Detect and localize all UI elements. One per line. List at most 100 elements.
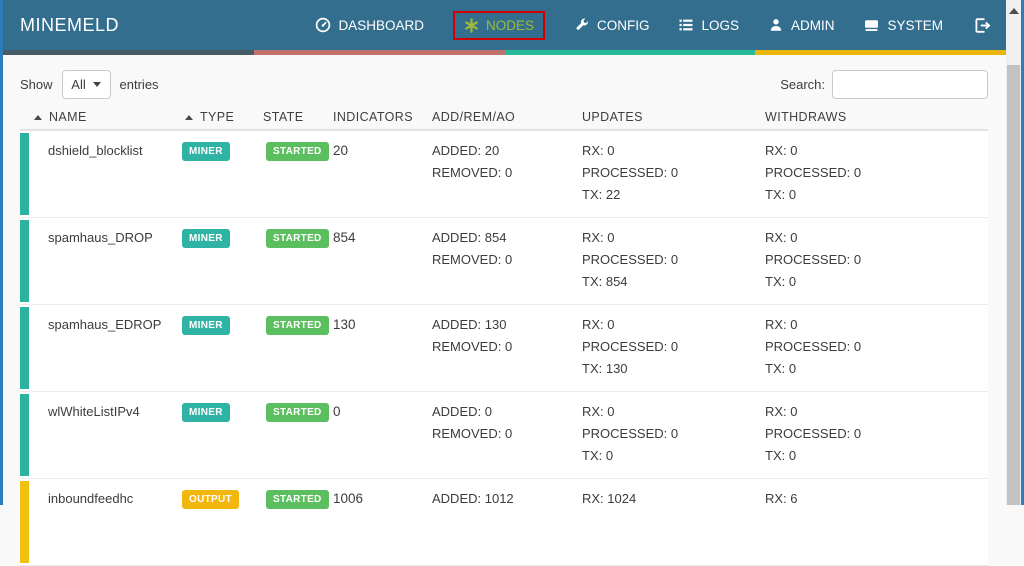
updates-cell: RX: 0 PROCESSED: 0 TX: 0	[582, 401, 765, 478]
sort-asc-icon	[185, 114, 193, 120]
stat-line: RX: 0	[582, 143, 615, 158]
stat-line: ADDED: 854	[432, 230, 507, 245]
row-color-bar	[20, 133, 29, 215]
column-header-name[interactable]: NAME	[20, 110, 182, 124]
type-badge: MINER	[182, 403, 230, 422]
table-row[interactable]: wlWhiteListIPv4 MINER STARTED 0 ADDED: 0…	[20, 392, 988, 479]
indicators-value: 854	[333, 230, 356, 245]
row-color-bar	[20, 307, 29, 389]
stat-line: PROCESSED: 0	[582, 165, 679, 180]
table-row[interactable]: dshield_blocklist MINER STARTED 20 ADDED…	[20, 131, 988, 218]
stat-line: ADDED: 1012	[432, 491, 514, 506]
entries-select[interactable]: All	[61, 70, 111, 99]
node-name: spamhaus_EDROP	[48, 317, 162, 332]
nav-item-logs[interactable]: LOGS	[678, 17, 739, 33]
node-name: spamhaus_DROP	[48, 230, 153, 245]
updates-cell: RX: 0 PROCESSED: 0 TX: 22	[582, 140, 765, 217]
table-header-row: NAME TYPE STATE INDICATORS ADD/REM/AO UP…	[20, 105, 988, 131]
state-badge: STARTED	[266, 229, 329, 248]
stat-line: RX: 0	[765, 404, 798, 419]
user-icon	[768, 17, 784, 33]
stat-line: TX: 22	[582, 187, 621, 202]
scroll-up-icon[interactable]	[1009, 8, 1019, 14]
nav-label: CONFIG	[596, 17, 650, 33]
stat-line: PROCESSED: 0	[765, 426, 862, 441]
stat-line: REMOVED: 0	[432, 165, 513, 180]
add-rem-ao-cell: ADDED: 130 REMOVED: 0	[432, 314, 582, 391]
stat-line: REMOVED: 0	[432, 252, 513, 267]
nav-item-dashboard[interactable]: DASHBOARD	[315, 17, 424, 33]
state-badge: STARTED	[266, 403, 329, 422]
type-badge: MINER	[182, 229, 230, 248]
withdraws-cell: RX: 0 PROCESSED: 0 TX: 0	[765, 314, 988, 391]
nav-label: DASHBOARD	[338, 17, 424, 33]
type-badge: MINER	[182, 316, 230, 335]
column-header-label: WITHDRAWS	[765, 110, 847, 124]
table-controls: Show All entries Search:	[20, 70, 988, 100]
nav-item-nodes[interactable]: NODES	[452, 10, 545, 40]
nav-item-admin[interactable]: ADMIN	[768, 17, 835, 33]
column-header-label: ADD/REM/AO	[432, 110, 516, 124]
entries-label: entries	[119, 77, 159, 92]
stripe-segment	[253, 50, 505, 55]
nav-label: ADMIN	[790, 17, 835, 33]
column-header-label: INDICATORS	[333, 110, 413, 124]
nav-item-system[interactable]: SYSTEM	[863, 17, 943, 33]
vertical-scrollbar[interactable]	[1006, 0, 1021, 505]
column-header-withdraws[interactable]: WITHDRAWS	[765, 110, 988, 124]
table-body: dshield_blocklist MINER STARTED 20 ADDED…	[20, 131, 988, 566]
add-rem-ao-cell: ADDED: 20 REMOVED: 0	[432, 140, 582, 217]
stat-line: RX: 0	[582, 404, 615, 419]
column-header-indicators[interactable]: INDICATORS	[333, 110, 432, 124]
list-icon	[678, 17, 694, 33]
column-header-label: UPDATES	[582, 110, 643, 124]
stat-line: ADDED: 0	[432, 404, 492, 419]
row-color-bar	[20, 481, 29, 563]
stat-line: PROCESSED: 0	[765, 165, 862, 180]
nav-item-config[interactable]: CONFIG	[574, 17, 650, 33]
withdraws-cell: RX: 6	[765, 488, 988, 565]
scrollbar-thumb[interactable]	[1007, 65, 1020, 505]
type-badge: OUTPUT	[182, 490, 239, 509]
top-navbar: MINEMELD DASHBOARD NODES CONFIG LOGS ADM…	[3, 0, 1006, 50]
stat-line: PROCESSED: 0	[582, 252, 679, 267]
column-header-label: STATE	[263, 110, 304, 124]
search-label: Search:	[780, 77, 825, 92]
show-label: Show	[20, 77, 53, 92]
row-color-bar	[20, 220, 29, 302]
state-badge: STARTED	[266, 490, 329, 509]
indicators-value: 130	[333, 317, 356, 332]
stat-line: RX: 0	[582, 230, 615, 245]
stat-line: TX: 0	[582, 448, 614, 463]
stat-line: TX: 0	[765, 274, 797, 289]
stat-line: ADDED: 130	[432, 317, 507, 332]
updates-cell: RX: 1024	[582, 488, 765, 565]
stat-line: PROCESSED: 0	[765, 252, 862, 267]
table-row[interactable]: spamhaus_DROP MINER STARTED 854 ADDED: 8…	[20, 218, 988, 305]
withdraws-cell: RX: 0 PROCESSED: 0 TX: 0	[765, 401, 988, 478]
app-brand: MINEMELD	[20, 14, 120, 35]
search-input[interactable]	[832, 70, 988, 99]
stat-line: RX: 0	[765, 317, 798, 332]
main-nav: DASHBOARD NODES CONFIG LOGS ADMIN SYSTEM	[315, 10, 992, 40]
chevron-down-icon	[92, 82, 101, 87]
table-row[interactable]: spamhaus_EDROP MINER STARTED 130 ADDED: …	[20, 305, 988, 392]
wrench-icon	[574, 17, 590, 33]
table-row[interactable]: inboundfeedhc OUTPUT STARTED 1006 ADDED:…	[20, 479, 988, 566]
node-name: wlWhiteListIPv4	[48, 404, 140, 419]
stripe-segment	[3, 50, 254, 55]
column-header-type[interactable]: TYPE	[182, 110, 263, 124]
nodes-icon	[464, 17, 479, 33]
stat-line: PROCESSED: 0	[582, 339, 679, 354]
logout-button[interactable]	[974, 17, 992, 34]
sort-asc-icon	[34, 114, 42, 120]
column-header-add-rem-ao[interactable]: ADD/REM/AO	[432, 110, 582, 124]
add-rem-ao-cell: ADDED: 1012	[432, 488, 582, 565]
updates-cell: RX: 0 PROCESSED: 0 TX: 854	[582, 227, 765, 304]
dashboard-icon	[315, 17, 331, 33]
node-name: inboundfeedhc	[48, 491, 134, 506]
stripe-segment	[755, 50, 1006, 55]
column-header-updates[interactable]: UPDATES	[582, 110, 765, 124]
nav-label: LOGS	[701, 17, 739, 33]
column-header-state[interactable]: STATE	[263, 110, 333, 124]
